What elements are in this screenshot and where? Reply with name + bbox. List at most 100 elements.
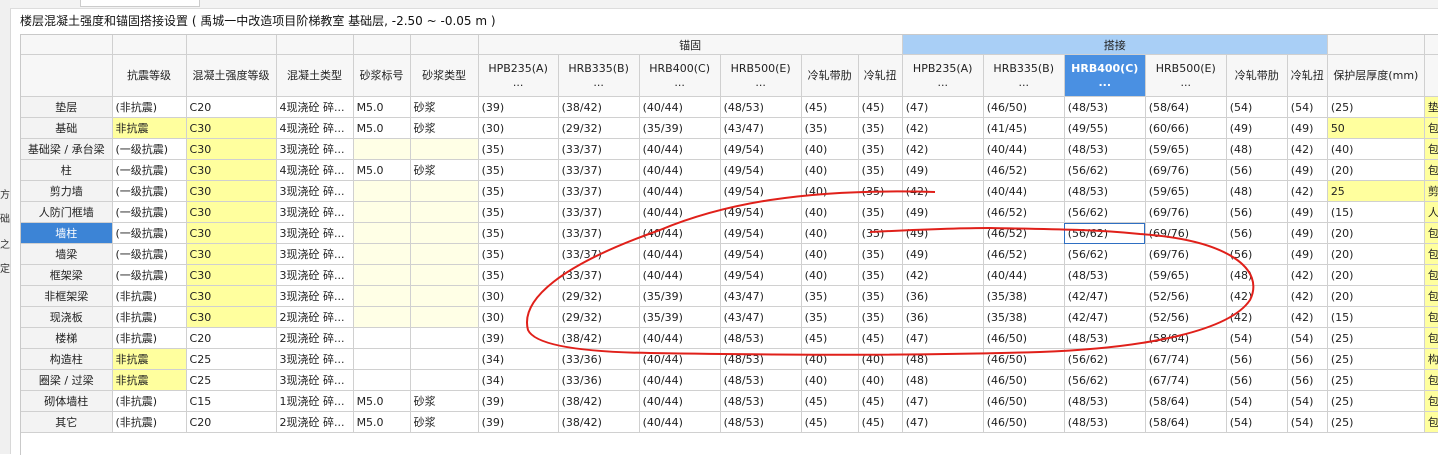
table-cell[interactable]: C30 — [186, 285, 277, 307]
table-cell[interactable] — [410, 285, 479, 307]
column-header[interactable]: 抗震等级 — [112, 54, 187, 97]
column-header[interactable]: 砂浆类型 — [410, 54, 479, 97]
table-cell[interactable] — [410, 243, 479, 265]
table-cell[interactable]: (48/53) — [1064, 96, 1146, 118]
table-cell[interactable]: 垫 — [1424, 96, 1438, 118]
table-cell[interactable] — [353, 285, 411, 307]
table-cell[interactable]: 砂浆 — [410, 159, 479, 181]
table-cell[interactable]: 3现浇砼 碎... — [276, 348, 354, 370]
table-cell[interactable]: (33/37) — [558, 180, 640, 202]
table-cell[interactable]: (48/53) — [1064, 180, 1146, 202]
table-cell[interactable]: C25 — [186, 348, 277, 370]
column-header[interactable]: 砂浆标号 — [353, 54, 411, 97]
table-cell[interactable]: (35) — [801, 117, 859, 139]
table-cell[interactable]: (非抗震) — [112, 411, 187, 433]
row-name-cell[interactable]: 砌体墙柱 — [21, 390, 113, 412]
table-cell[interactable]: (48) — [1226, 180, 1288, 202]
table-cell[interactable]: (40) — [858, 369, 903, 391]
column-header[interactable]: 冷轧扭 — [858, 54, 903, 97]
table-cell[interactable]: (40) — [1327, 138, 1425, 160]
table-cell[interactable]: 3现浇砼 碎... — [276, 243, 354, 265]
table-cell[interactable]: M5.0 — [353, 96, 411, 118]
table-row[interactable]: 剪力墙 (一级抗震) C30 3现浇砼 碎... (35) (33/37) (40/44)(… — [21, 180, 1438, 202]
table-cell[interactable]: (42/47) — [1064, 306, 1146, 328]
table-cell[interactable]: (29/32) — [558, 117, 640, 139]
table-cell[interactable]: 砂浆 — [410, 96, 479, 118]
table-cell[interactable]: (45) — [801, 327, 859, 349]
table-cell[interactable]: (38/42) — [558, 411, 640, 433]
table-cell[interactable]: (56/62) — [1064, 222, 1146, 244]
table-cell[interactable]: (48/53) — [1064, 411, 1146, 433]
table-cell[interactable]: (48) — [1226, 138, 1288, 160]
table-cell[interactable] — [353, 180, 411, 202]
table-cell[interactable]: 3现浇砼 碎... — [276, 264, 354, 286]
row-name-cell[interactable]: 剪力墙 — [21, 180, 113, 202]
column-header[interactable] — [1424, 54, 1438, 97]
table-cell[interactable]: (33/37) — [558, 222, 640, 244]
row-name-cell[interactable]: 构造柱 — [21, 348, 113, 370]
table-cell[interactable]: (34) — [478, 348, 559, 370]
table-cell[interactable]: 包 — [1424, 159, 1438, 181]
table-cell[interactable]: (非抗震) — [112, 327, 187, 349]
table-cell[interactable]: (40) — [801, 180, 859, 202]
table-cell[interactable]: (40/44) — [639, 96, 721, 118]
table-cell[interactable] — [410, 348, 479, 370]
table-cell[interactable]: C20 — [186, 96, 277, 118]
table-cell[interactable]: (25) — [1327, 348, 1425, 370]
table-cell[interactable]: (47) — [902, 411, 984, 433]
table-cell[interactable]: (40/44) — [639, 369, 721, 391]
table-cell[interactable]: 包 — [1424, 138, 1438, 160]
table-cell[interactable]: (54) — [1226, 411, 1288, 433]
table-cell[interactable]: (42) — [1287, 264, 1328, 286]
table-cell[interactable]: (35) — [478, 222, 559, 244]
table-cell[interactable]: 非抗震 — [112, 117, 187, 139]
table-cell[interactable]: (69/76) — [1145, 201, 1227, 223]
table-cell[interactable]: (25) — [1327, 411, 1425, 433]
table-cell[interactable]: (40/44) — [639, 390, 721, 412]
table-cell[interactable]: (20) — [1327, 285, 1425, 307]
table-cell[interactable]: 3现浇砼 碎... — [276, 180, 354, 202]
table-cell[interactable]: (42) — [902, 264, 984, 286]
table-cell[interactable]: (40/44) — [639, 327, 721, 349]
table-cell[interactable]: (56) — [1226, 348, 1288, 370]
table-cell[interactable]: (42) — [1226, 306, 1288, 328]
table-row[interactable]: 楼梯 (非抗震) C20 2现浇砼 碎... (39) (38/42) (40/44) (48… — [21, 327, 1438, 349]
table-cell[interactable]: (35) — [858, 159, 903, 181]
column-header[interactable]: HRB335(B)... — [558, 54, 640, 97]
row-name-cell[interactable]: 基础 — [21, 117, 113, 139]
table-cell[interactable]: (29/32) — [558, 285, 640, 307]
table-cell[interactable]: (56) — [1287, 348, 1328, 370]
table-cell[interactable]: (48/53) — [1064, 390, 1146, 412]
table-cell[interactable]: (47) — [902, 96, 984, 118]
table-cell[interactable] — [410, 201, 479, 223]
table-cell[interactable] — [410, 264, 479, 286]
table-cell[interactable] — [353, 138, 411, 160]
row-name-cell[interactable]: 现浇板 — [21, 306, 113, 328]
table-cell[interactable]: (39) — [478, 327, 559, 349]
table-cell[interactable]: (一级抗震) — [112, 180, 187, 202]
table-cell[interactable]: (54) — [1287, 96, 1328, 118]
table-cell[interactable]: (40) — [801, 243, 859, 265]
table-cell[interactable]: 构 — [1424, 348, 1438, 370]
table-cell[interactable]: (29/32) — [558, 306, 640, 328]
table-cell[interactable]: (42) — [1287, 180, 1328, 202]
table-cell[interactable]: (46/50) — [983, 390, 1065, 412]
table-cell[interactable]: (40/44) — [639, 348, 721, 370]
table-cell[interactable]: (54) — [1287, 390, 1328, 412]
table-cell[interactable]: (40/44) — [639, 180, 721, 202]
table-cell[interactable]: C30 — [186, 180, 277, 202]
table-cell[interactable]: (52/56) — [1145, 285, 1227, 307]
table-cell[interactable]: (40) — [801, 348, 859, 370]
table-cell[interactable] — [410, 222, 479, 244]
table-cell[interactable]: C30 — [186, 201, 277, 223]
table-cell[interactable] — [353, 348, 411, 370]
row-name-cell[interactable]: 非框架梁 — [21, 285, 113, 307]
table-cell[interactable]: (35/39) — [639, 117, 721, 139]
table-cell[interactable]: (一级抗震) — [112, 138, 187, 160]
table-cell[interactable]: (41/45) — [983, 117, 1065, 139]
table-cell[interactable]: (40) — [801, 369, 859, 391]
table-cell[interactable]: 1现浇砼 碎... — [276, 390, 354, 412]
table-cell[interactable]: (33/37) — [558, 243, 640, 265]
table-cell[interactable]: 包 — [1424, 411, 1438, 433]
table-cell[interactable]: (45) — [801, 411, 859, 433]
